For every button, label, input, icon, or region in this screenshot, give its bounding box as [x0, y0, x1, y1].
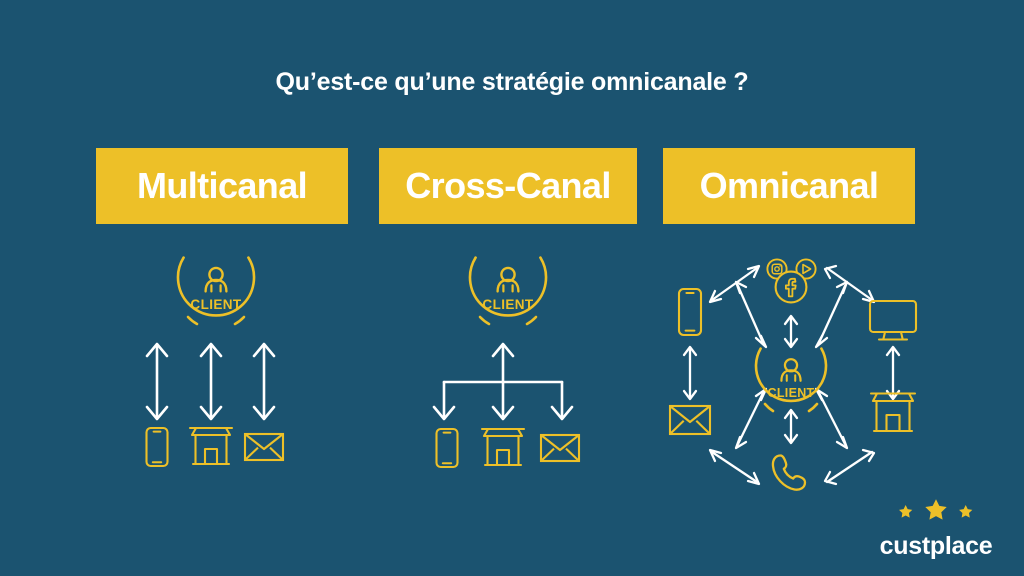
channel-icon-mobile-phone-multicanal: [145, 426, 169, 468]
arrow-multicanal-2: [199, 342, 223, 421]
client-label-cross-canal: CLIENT: [482, 297, 534, 312]
arrow-desktop-store: [885, 345, 901, 401]
channel-icon-social-media-omnicanal: [766, 258, 817, 304]
heading-box-multicanal: Multicanal: [96, 148, 348, 224]
channel-icon-store-omnicanal: [869, 392, 917, 433]
arrow-mobile-phone-social: [708, 264, 761, 304]
star-icon: [899, 505, 913, 518]
arrow-client-desktop: [814, 280, 849, 349]
page-title: Qu’est-ce qu’une stratégie omnicanale ?: [275, 68, 749, 96]
client-label-multicanal: CLIENT: [190, 297, 241, 312]
star-icon: [925, 499, 947, 520]
heading-label-multicanal: Multicanal: [136, 165, 308, 206]
client-badge-cross-canal: CLIENT: [468, 256, 548, 326]
channel-icon-store-multicanal: [188, 426, 234, 466]
logo-stars: [899, 499, 973, 520]
arrow-multicanal-1: [145, 342, 169, 421]
arrow-client-email: [734, 387, 768, 450]
channel-icon-store-cross-canal: [480, 427, 526, 467]
channel-icon-email-cross-canal: [539, 433, 581, 463]
arrow-client-social: [783, 314, 799, 349]
channel-icon-mobile-phone-omnicanal: [677, 287, 703, 337]
arrow-telephone-store: [823, 448, 876, 486]
youtube-icon: [795, 258, 817, 280]
client-label-omnicanal: CLIENT: [768, 386, 815, 400]
client-badge-multicanal: CLIENT: [176, 256, 256, 326]
arrow-multicanal-3: [252, 342, 276, 421]
heading-box-omnicanal: Omnicanal: [663, 148, 915, 224]
channel-icon-email-multicanal: [243, 432, 285, 462]
arrow-tree-cross-canal: [432, 342, 574, 421]
arrow-social-desktop: [823, 264, 876, 304]
channel-icon-telephone-omnicanal: [771, 454, 807, 491]
custplace-logo: custplace: [876, 496, 996, 562]
arrow-mobile-phone-email: [682, 345, 698, 401]
arrow-email-telephone: [708, 448, 761, 486]
instagram-icon: [766, 258, 788, 280]
channel-icon-mobile-phone-cross-canal: [435, 427, 459, 469]
facebook-icon: [774, 270, 808, 304]
heading-label-omnicanal: Omnicanal: [699, 165, 879, 206]
star-rating: [899, 499, 973, 520]
heading-label-cross-canal: Cross-Canal: [405, 165, 611, 206]
star-icon: [959, 505, 973, 518]
arrow-client-store: [814, 387, 849, 450]
channel-icon-email-omnicanal: [668, 404, 712, 436]
slide-canvas: Qu’est-ce qu’une stratégie omnicanale ? …: [0, 0, 1024, 576]
channel-icon-desktop-monitor-omnicanal: [868, 299, 918, 341]
arrow-client-mobile-phone: [734, 280, 768, 349]
client-badge-omnicanal: CLIENT: [754, 347, 828, 413]
logo-wordmark: custplace: [879, 532, 993, 560]
heading-box-cross-canal: Cross-Canal: [379, 148, 637, 224]
arrow-client-telephone: [783, 408, 799, 445]
